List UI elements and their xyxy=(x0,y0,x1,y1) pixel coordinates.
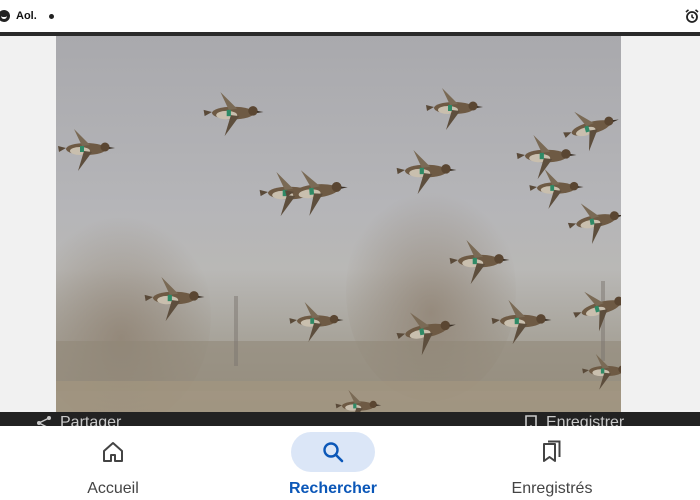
bookmarks-icon xyxy=(543,440,561,462)
search-icon xyxy=(323,442,344,463)
nav-pill-accueil xyxy=(71,432,155,472)
nav-label-accueil: Accueil xyxy=(87,480,139,497)
notification-dot-icon xyxy=(48,13,54,19)
bottom-navigation: Accueil Rechercher Enregistrés xyxy=(0,426,700,500)
share-button[interactable]: Partager xyxy=(36,414,121,426)
nav-item-enregistres[interactable]: Enregistrés xyxy=(472,426,632,500)
share-icon xyxy=(37,416,51,426)
bookmark-icon xyxy=(525,415,537,426)
nav-label-rechercher: Rechercher xyxy=(288,480,378,497)
nav-pill-rechercher xyxy=(291,432,375,472)
nav-pill-enregistres xyxy=(510,432,594,472)
save-label: Enregistrer xyxy=(546,414,625,426)
home-icon xyxy=(103,442,123,462)
nav-label-enregistres: Enregistrés xyxy=(511,480,593,497)
nav-item-rechercher[interactable]: Rechercher xyxy=(253,426,413,500)
nav-item-accueil[interactable]: Accueil xyxy=(33,426,193,500)
flying-ducks-photo[interactable] xyxy=(56,36,621,412)
status-app-label: Aol. xyxy=(16,10,37,22)
status-bar: Aol. xyxy=(0,0,700,32)
action-bar: Partager Enregistrer xyxy=(0,412,700,426)
photo-illustration xyxy=(56,88,621,412)
alarm-icon xyxy=(685,9,699,23)
app-badge-icon xyxy=(0,10,10,22)
save-button[interactable]: Enregistrer xyxy=(524,414,624,426)
share-label: Partager xyxy=(60,414,122,426)
status-left: Aol. xyxy=(0,10,54,22)
status-right xyxy=(684,8,700,29)
